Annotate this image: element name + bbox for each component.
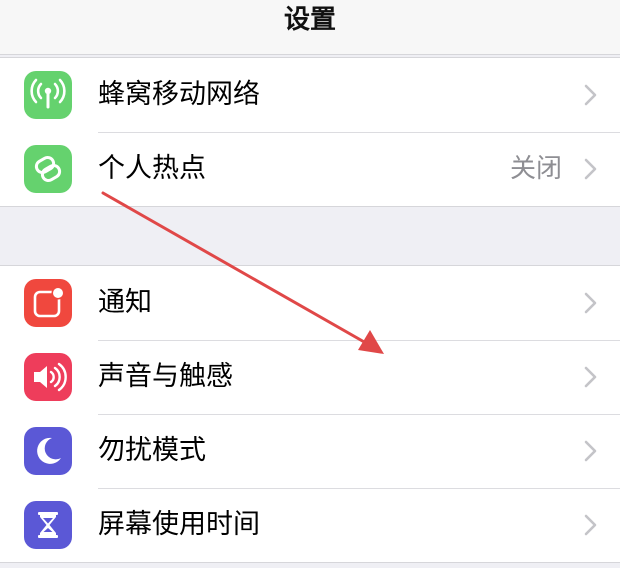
settings-group-connectivity: 蜂窝移动网络 个人热点 关闭 bbox=[0, 57, 620, 207]
personal-hotspot-link-icon bbox=[24, 145, 72, 193]
chevron-right-icon bbox=[584, 440, 598, 462]
chevron-right-icon bbox=[584, 158, 598, 180]
hourglass-icon bbox=[24, 501, 72, 549]
speaker-icon bbox=[24, 353, 72, 401]
settings-row-screen-time[interactable]: 屏幕使用时间 bbox=[0, 488, 620, 562]
chevron-right-icon bbox=[584, 366, 598, 388]
chevron-right-icon bbox=[584, 84, 598, 106]
settings-row-notifications[interactable]: 通知 bbox=[0, 266, 620, 340]
chevron-right-icon bbox=[584, 292, 598, 314]
notifications-icon bbox=[24, 279, 72, 327]
settings-row-label: 声音与触感 bbox=[98, 361, 233, 392]
nav-bar: 设置 bbox=[0, 0, 620, 55]
settings-row-label: 蜂窝移动网络 bbox=[98, 79, 260, 110]
settings-row-label: 屏幕使用时间 bbox=[98, 509, 260, 540]
settings-group-notifications: 通知 声音与触感 勿扰模式 屏幕使用时间 bbox=[0, 265, 620, 563]
page-title: 设置 bbox=[283, 5, 336, 35]
settings-row-cellular[interactable]: 蜂窝移动网络 bbox=[0, 58, 620, 132]
settings-row-label: 个人热点 bbox=[98, 153, 206, 184]
cellular-antenna-icon bbox=[24, 71, 72, 119]
settings-row-do-not-disturb[interactable]: 勿扰模式 bbox=[0, 414, 620, 488]
settings-row-label: 勿扰模式 bbox=[98, 435, 206, 466]
chevron-right-icon bbox=[584, 514, 598, 536]
settings-row-label: 通知 bbox=[98, 287, 152, 318]
settings-row-sounds[interactable]: 声音与触感 bbox=[0, 340, 620, 414]
settings-row-personal-hotspot[interactable]: 个人热点 关闭 bbox=[0, 132, 620, 206]
hotspot-status-value: 关闭 bbox=[509, 154, 562, 184]
moon-icon bbox=[24, 427, 72, 475]
